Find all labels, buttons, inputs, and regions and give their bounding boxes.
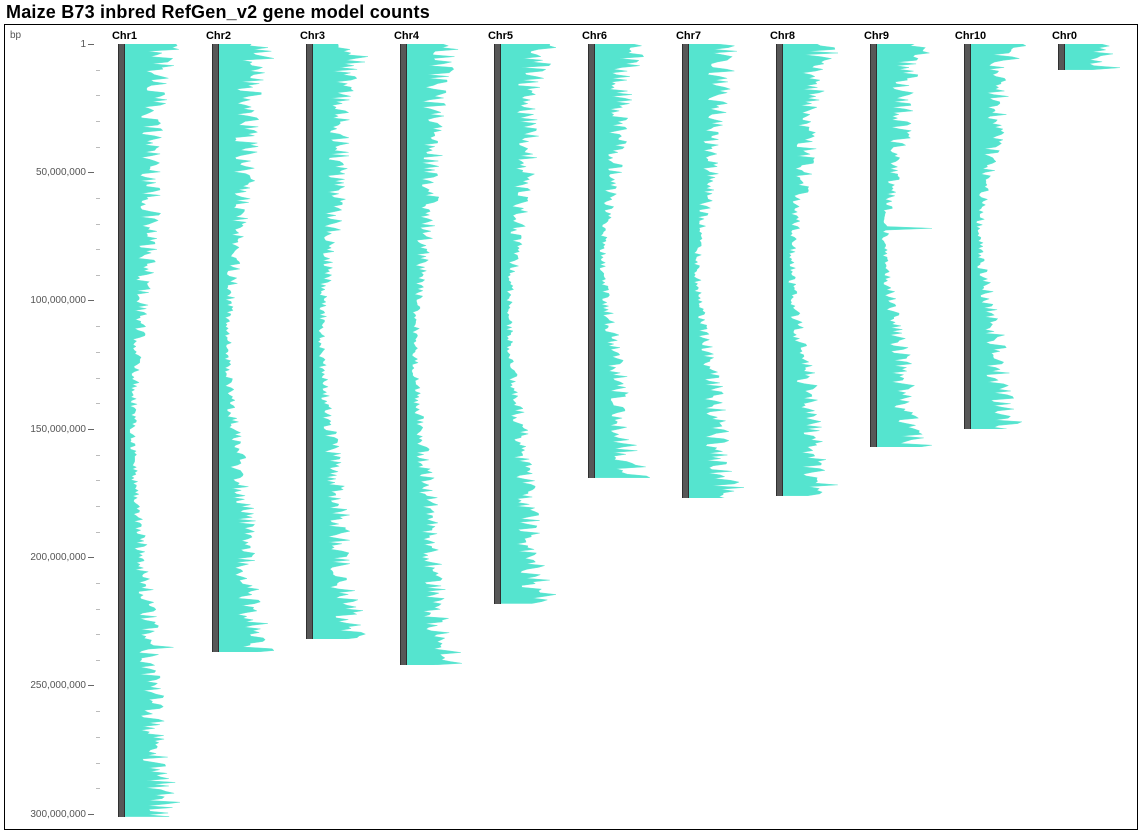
chromosome-chr4: Chr4 bbox=[400, 44, 466, 665]
density-track bbox=[971, 44, 1028, 429]
y-minor-tick bbox=[96, 147, 100, 148]
y-minor-tick bbox=[96, 224, 100, 225]
chromosome-chr8: Chr8 bbox=[776, 44, 842, 496]
y-minor-tick bbox=[96, 403, 100, 404]
chromosome-bar bbox=[118, 44, 125, 817]
y-tick: 150,000,000 bbox=[6, 424, 86, 434]
y-tick: 1 bbox=[6, 39, 86, 49]
y-tick-label: 250,000,000 bbox=[6, 680, 86, 691]
chromosome-bar bbox=[870, 44, 877, 447]
y-tick-label: 150,000,000 bbox=[6, 424, 86, 435]
density-track bbox=[1065, 44, 1122, 70]
y-minor-tick bbox=[96, 532, 100, 533]
chromosome-chr3: Chr3 bbox=[306, 44, 372, 639]
y-minor-tick bbox=[96, 275, 100, 276]
chromosome-chr1: Chr1 bbox=[118, 44, 184, 817]
y-minor-tick bbox=[96, 70, 100, 71]
chromosome-bar bbox=[400, 44, 407, 665]
y-minor-tick bbox=[96, 480, 100, 481]
y-minor-tick bbox=[96, 198, 100, 199]
chromosome-chr2: Chr2 bbox=[212, 44, 278, 652]
y-minor-tick bbox=[96, 609, 100, 610]
chromosome-label: Chr7 bbox=[649, 30, 729, 42]
y-axis: 150,000,000100,000,000150,000,000200,000… bbox=[6, 0, 100, 824]
chromosome-bar bbox=[964, 44, 971, 429]
y-tick-label: 1 bbox=[6, 39, 86, 50]
y-tick-mark bbox=[88, 172, 94, 173]
y-minor-tick bbox=[96, 121, 100, 122]
y-tick-mark bbox=[88, 300, 94, 301]
density-track bbox=[689, 44, 746, 498]
y-minor-tick bbox=[96, 583, 100, 584]
chromosome-chr0: Chr0 bbox=[1058, 44, 1124, 70]
chromosome-label: Chr10 bbox=[931, 30, 1011, 42]
y-tick-mark bbox=[88, 814, 94, 815]
y-tick-label: 200,000,000 bbox=[6, 552, 86, 563]
chromosome-chr7: Chr7 bbox=[682, 44, 748, 498]
chromosome-bar bbox=[494, 44, 501, 604]
y-minor-tick bbox=[96, 95, 100, 96]
y-minor-tick bbox=[96, 506, 100, 507]
y-tick-mark bbox=[88, 685, 94, 686]
y-tick: 200,000,000 bbox=[6, 552, 86, 562]
chromosome-label: Chr2 bbox=[179, 30, 259, 42]
y-minor-tick bbox=[96, 660, 100, 661]
y-tick-mark bbox=[88, 429, 94, 430]
density-track bbox=[595, 44, 652, 478]
density-track bbox=[313, 44, 370, 639]
y-minor-tick bbox=[96, 378, 100, 379]
y-minor-tick bbox=[96, 352, 100, 353]
chromosome-bar bbox=[682, 44, 689, 498]
y-minor-tick bbox=[96, 711, 100, 712]
chromosome-label: Chr8 bbox=[743, 30, 823, 42]
y-minor-tick bbox=[96, 737, 100, 738]
chromosome-label: Chr5 bbox=[461, 30, 541, 42]
density-track bbox=[877, 44, 934, 447]
chromosome-bar bbox=[212, 44, 219, 652]
y-minor-tick bbox=[96, 788, 100, 789]
chromosome-chr9: Chr9 bbox=[870, 44, 936, 447]
chromosome-bar bbox=[306, 44, 313, 639]
chromosome-bar bbox=[776, 44, 783, 496]
y-tick-label: 100,000,000 bbox=[6, 295, 86, 306]
y-tick-mark bbox=[88, 557, 94, 558]
y-tick-label: 300,000,000 bbox=[6, 809, 86, 820]
chromosome-bar bbox=[1058, 44, 1065, 70]
chromosome-label: Chr6 bbox=[555, 30, 635, 42]
chromosome-label: Chr3 bbox=[273, 30, 353, 42]
y-minor-tick bbox=[96, 763, 100, 764]
chromosome-bar bbox=[588, 44, 595, 478]
density-track bbox=[125, 44, 182, 817]
chromosome-label: Chr0 bbox=[1025, 30, 1105, 42]
y-tick: 250,000,000 bbox=[6, 681, 86, 691]
density-track bbox=[501, 44, 558, 604]
density-track bbox=[407, 44, 464, 665]
y-minor-tick bbox=[96, 455, 100, 456]
chromosome-chr10: Chr10 bbox=[964, 44, 1030, 429]
y-minor-tick bbox=[96, 326, 100, 327]
y-minor-tick bbox=[96, 249, 100, 250]
chromosome-label: Chr4 bbox=[367, 30, 447, 42]
y-tick-mark bbox=[88, 44, 94, 45]
chromosome-chr6: Chr6 bbox=[588, 44, 654, 478]
y-minor-tick bbox=[96, 634, 100, 635]
y-tick-label: 50,000,000 bbox=[6, 167, 86, 178]
density-track bbox=[219, 44, 276, 652]
density-track bbox=[783, 44, 840, 496]
y-tick: 100,000,000 bbox=[6, 296, 86, 306]
y-tick: 300,000,000 bbox=[6, 809, 86, 819]
chromosome-label: Chr9 bbox=[837, 30, 917, 42]
chromosome-label: Chr1 bbox=[85, 30, 165, 42]
y-tick: 50,000,000 bbox=[6, 167, 86, 177]
chromosome-chr5: Chr5 bbox=[494, 44, 560, 604]
